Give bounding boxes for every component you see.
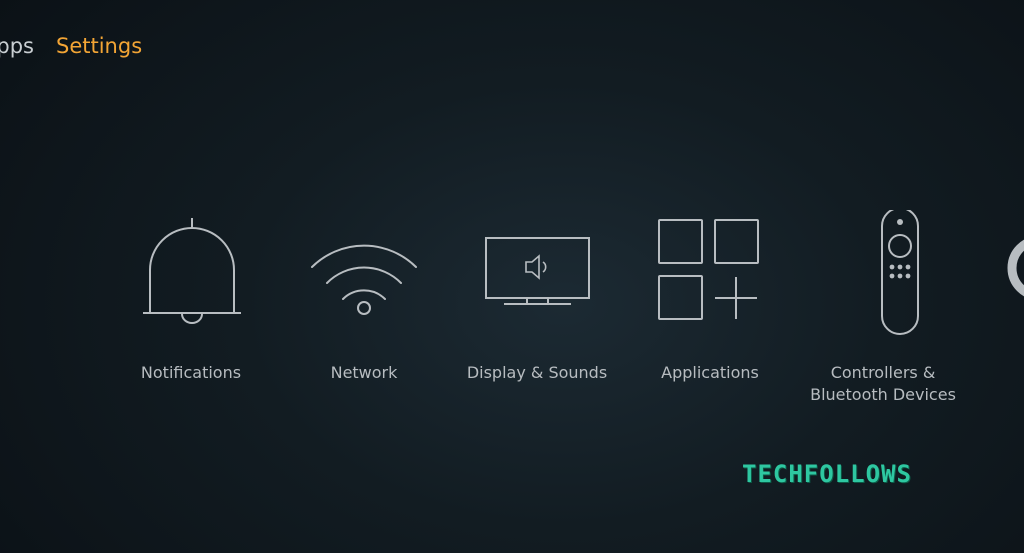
settings-tile-applications[interactable]: Applications [624, 200, 796, 420]
settings-tile-display-sounds[interactable]: Display & Sounds [451, 200, 623, 420]
apps-grid-icon [640, 210, 780, 340]
wifi-icon [294, 210, 434, 340]
tile-label: Network [330, 363, 398, 382]
tile-label: Controllers & Bluetooth Devices [810, 363, 956, 404]
tv-speaker-icon [467, 210, 607, 340]
settings-tile-controllers-bluetooth[interactable]: Controllers & Bluetooth Devices [797, 200, 969, 420]
tile-label: Display & Sounds [466, 363, 608, 382]
nav-item-apps[interactable]: Apps [0, 30, 34, 62]
top-navigation: Apps Settings [0, 30, 1024, 62]
tile-label: Notifications [140, 363, 242, 382]
tile-label: Applications [661, 363, 759, 382]
bell-icon [121, 210, 261, 340]
settings-tile-notifications[interactable]: Notifications [105, 200, 277, 420]
watermark-logo: TECHFOLLOWS [742, 460, 912, 488]
nav-item-settings[interactable]: Settings [56, 30, 142, 62]
settings-grid: Notifications Network Display & Sounds A… [105, 200, 975, 420]
remote-icon [813, 210, 953, 340]
ring-icon[interactable] [1004, 228, 1024, 308]
settings-tile-network[interactable]: Network [278, 200, 450, 420]
